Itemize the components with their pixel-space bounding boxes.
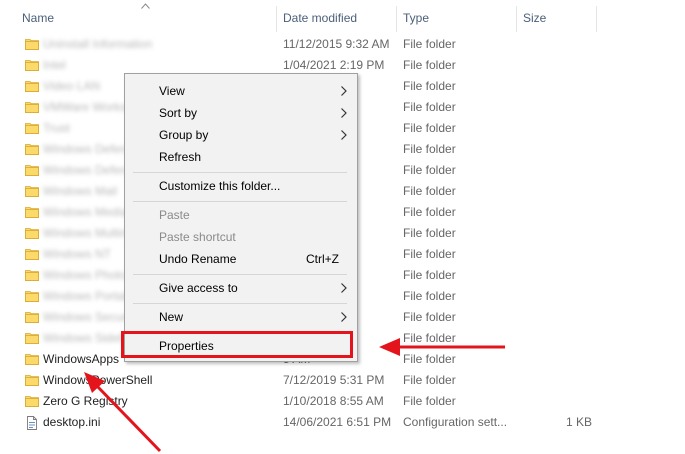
file-row[interactable]: WindowsPowerShell 7/12/2019 5:31 PM File f… bbox=[0, 370, 600, 391]
file-name: Trust bbox=[43, 121, 70, 135]
file-type: File folder bbox=[403, 184, 456, 198]
file-type: File folder bbox=[403, 289, 456, 303]
file-type: File folder bbox=[403, 247, 456, 261]
file-icon bbox=[25, 416, 39, 430]
menu-item-customize-folder[interactable]: Customize this folder... bbox=[125, 175, 357, 197]
chevron-right-icon bbox=[341, 283, 347, 293]
context-menu: View Sort by Group by Refresh Customize … bbox=[124, 73, 358, 362]
menu-separator bbox=[133, 201, 347, 202]
file-type: Configuration sett... bbox=[403, 415, 508, 429]
menu-item-group-by[interactable]: Group by bbox=[125, 124, 357, 146]
menu-item-label: New bbox=[159, 310, 184, 324]
menu-separator bbox=[133, 303, 347, 304]
column-name[interactable]: Name bbox=[22, 0, 54, 37]
file-row[interactable]: desktop.ini 14/06/2021 6:51 PM Configurati… bbox=[0, 412, 600, 433]
chevron-right-icon bbox=[341, 312, 347, 322]
column-divider[interactable] bbox=[596, 6, 597, 32]
menu-separator bbox=[133, 274, 347, 275]
folder-icon bbox=[25, 38, 39, 50]
menu-item-view[interactable]: View bbox=[125, 80, 357, 102]
file-type: File folder bbox=[403, 79, 456, 93]
file-date-modified: 7/12/2019 5:31 PM bbox=[283, 373, 385, 387]
file-type: File folder bbox=[403, 205, 456, 219]
chevron-right-icon bbox=[341, 86, 347, 96]
file-type: File folder bbox=[403, 142, 456, 156]
file-type: File folder bbox=[403, 331, 456, 345]
folder-icon bbox=[25, 374, 39, 386]
folder-icon bbox=[25, 185, 39, 197]
menu-item-paste: Paste bbox=[125, 204, 357, 226]
file-name: desktop.ini bbox=[43, 415, 101, 429]
menu-item-paste-shortcut: Paste shortcut bbox=[125, 226, 357, 248]
file-name: Windows Mail bbox=[43, 184, 118, 198]
folder-icon bbox=[25, 206, 39, 218]
folder-icon bbox=[25, 353, 39, 365]
file-name: Intel bbox=[43, 58, 66, 72]
file-row[interactable]: Uninstall Information 11/12/2015 9:32 AM F… bbox=[0, 34, 600, 55]
chevron-right-icon bbox=[341, 108, 347, 118]
column-divider[interactable] bbox=[276, 6, 277, 32]
file-type: File folder bbox=[403, 37, 456, 51]
column-divider[interactable] bbox=[516, 6, 517, 32]
file-type: File folder bbox=[403, 226, 456, 240]
file-size: 1 KB bbox=[566, 415, 593, 429]
folder-icon bbox=[25, 164, 39, 176]
file-date-modified: 14/06/2021 6:51 PM bbox=[283, 415, 392, 429]
column-header: Name Date modified Type Size bbox=[0, 0, 685, 37]
folder-icon bbox=[25, 143, 39, 155]
menu-item-label: View bbox=[159, 84, 185, 98]
menu-item-refresh[interactable]: Refresh bbox=[125, 146, 357, 168]
column-size[interactable]: Size bbox=[523, 0, 546, 37]
file-type: File folder bbox=[403, 100, 456, 114]
chevron-right-icon bbox=[341, 130, 347, 140]
file-type: File folder bbox=[403, 394, 456, 408]
menu-item-label: Refresh bbox=[159, 150, 202, 164]
menu-separator bbox=[133, 172, 347, 173]
column-type[interactable]: Type bbox=[403, 0, 429, 37]
file-row[interactable]: Zero G Registry 1/10/2018 8:55 AM File fol… bbox=[0, 391, 600, 412]
menu-item-label: Customize this folder... bbox=[159, 179, 281, 193]
folder-icon bbox=[25, 227, 39, 239]
file-name: Windows NT bbox=[43, 247, 112, 261]
file-type: File folder bbox=[403, 352, 456, 366]
menu-item-label: Undo Rename bbox=[159, 252, 237, 266]
file-name: Zero G Registry bbox=[43, 394, 128, 408]
menu-item-label: Paste bbox=[159, 208, 190, 222]
file-type: File folder bbox=[403, 163, 456, 177]
menu-item-label: Group by bbox=[159, 128, 209, 142]
folder-icon bbox=[25, 59, 39, 71]
file-name: WindowsApps bbox=[43, 352, 120, 366]
folder-icon bbox=[25, 269, 39, 281]
folder-icon bbox=[25, 122, 39, 134]
file-type: File folder bbox=[403, 121, 456, 135]
folder-icon bbox=[25, 395, 39, 407]
file-name: Uninstall Information bbox=[43, 37, 153, 51]
menu-item-undo-rename[interactable]: Undo Rename Ctrl+Z bbox=[125, 248, 357, 270]
folder-icon bbox=[25, 290, 39, 302]
properties-highlight-annotation bbox=[121, 331, 353, 358]
file-name: WindowsPowerShell bbox=[43, 373, 153, 387]
menu-item-label: Give access to bbox=[159, 281, 238, 295]
file-type: File folder bbox=[403, 58, 456, 72]
folder-icon bbox=[25, 332, 39, 344]
folder-icon bbox=[25, 248, 39, 260]
folder-icon bbox=[25, 311, 39, 323]
keyboard-shortcut: Ctrl+Z bbox=[306, 252, 339, 266]
sort-ascending-icon bbox=[141, 3, 150, 9]
menu-item-sort-by[interactable]: Sort by bbox=[125, 102, 357, 124]
column-date-modified[interactable]: Date modified bbox=[283, 0, 357, 37]
menu-item-label: Paste shortcut bbox=[159, 230, 236, 244]
folder-icon bbox=[25, 101, 39, 113]
menu-item-give-access[interactable]: Give access to bbox=[125, 277, 357, 299]
file-name: Video LAN bbox=[43, 79, 101, 93]
file-type: File folder bbox=[403, 310, 456, 324]
column-divider[interactable] bbox=[396, 6, 397, 32]
file-type: File folder bbox=[403, 268, 456, 282]
menu-item-label: Sort by bbox=[159, 106, 198, 120]
menu-item-new[interactable]: New bbox=[125, 306, 357, 328]
folder-icon bbox=[25, 80, 39, 92]
file-date-modified: 1/10/2018 8:55 AM bbox=[283, 394, 384, 408]
file-type: File folder bbox=[403, 373, 456, 387]
file-date-modified: 11/12/2015 9:32 AM bbox=[283, 37, 390, 51]
